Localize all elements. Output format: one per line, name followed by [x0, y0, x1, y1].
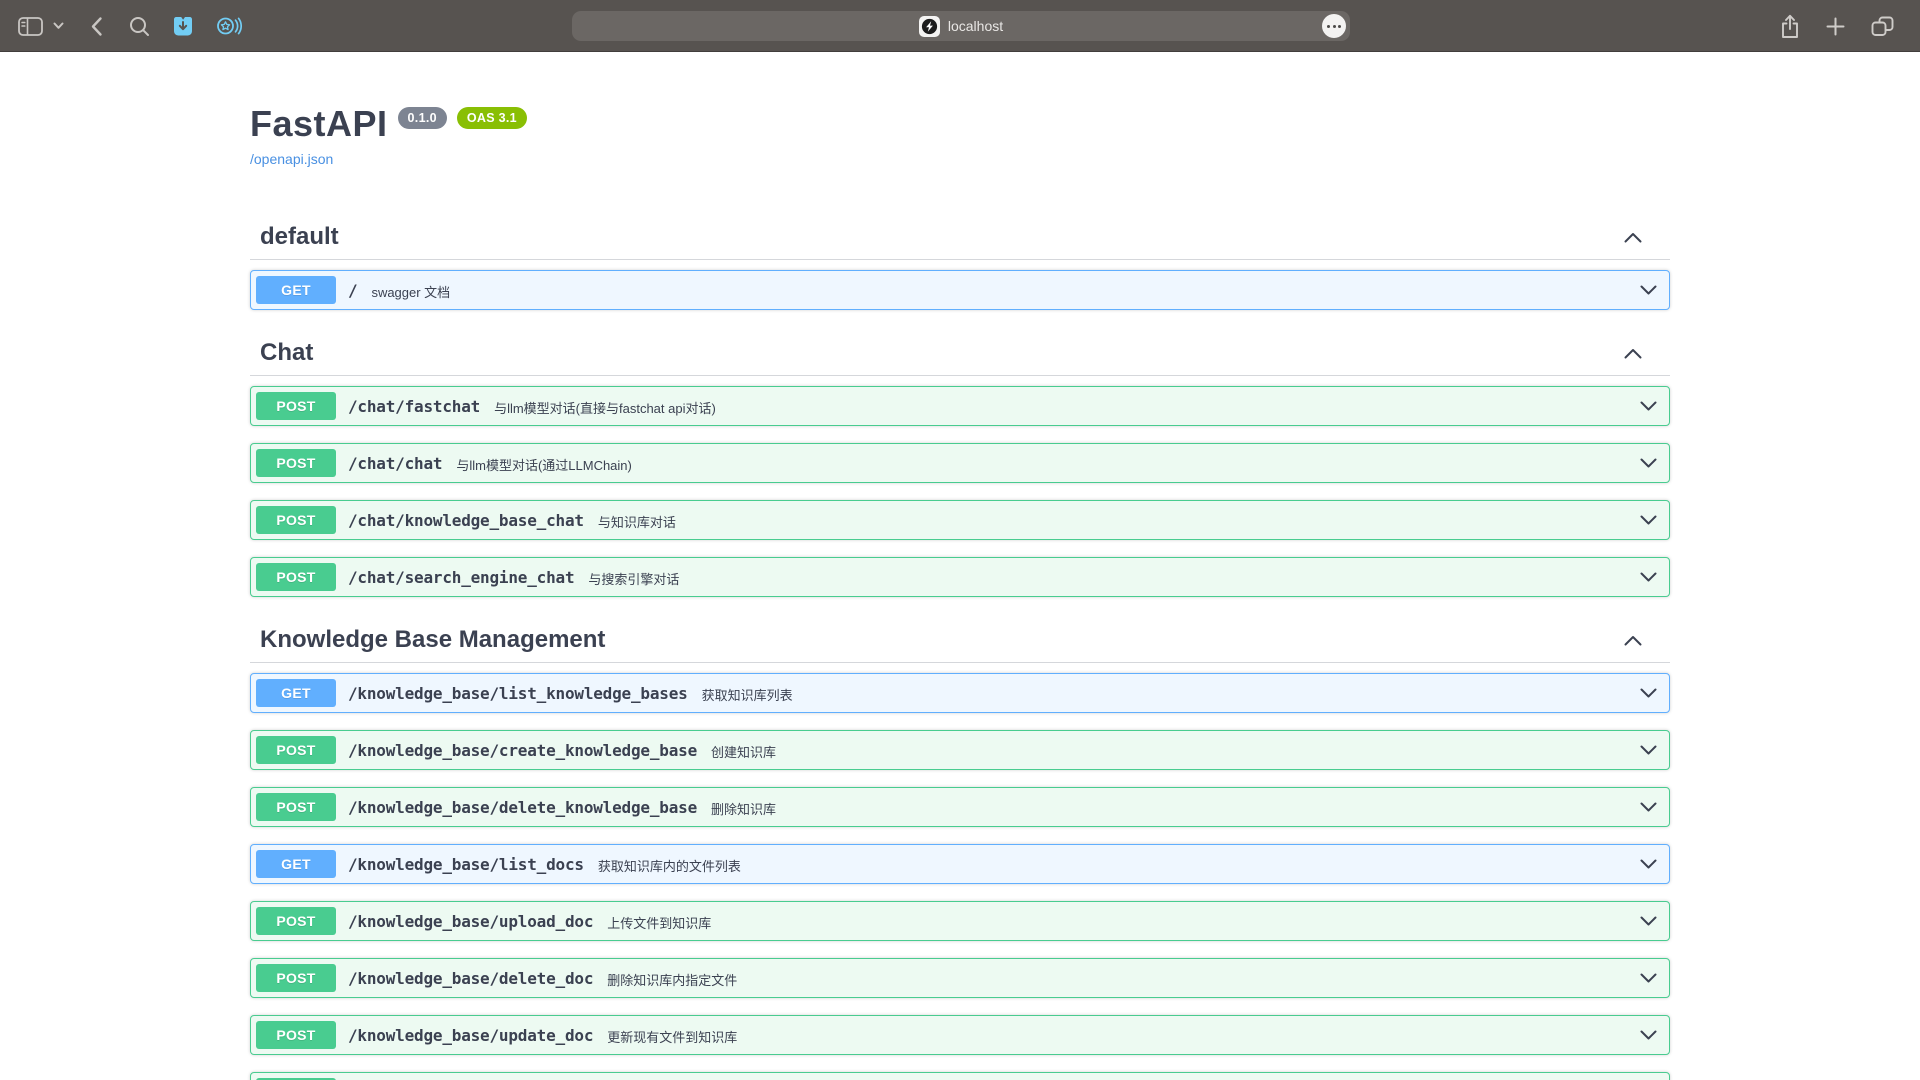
chevron-down-icon[interactable] [1640, 745, 1657, 755]
method-badge: GET [256, 276, 336, 304]
sidebar-icon[interactable] [18, 17, 43, 36]
operation-summary: swagger 文档 [371, 280, 450, 301]
toolbar-right-group [1780, 0, 1894, 52]
operation-path: /knowledge_base/create_knowledge_base [348, 741, 697, 760]
operation-path: /knowledge_base/update_doc [348, 1026, 593, 1045]
ellipsis-icon[interactable] [1322, 14, 1346, 38]
operation-path: /knowledge_base/delete_knowledge_base [348, 798, 697, 817]
section-operations: GET / swagger 文档 [250, 260, 1670, 310]
api-info-block: FastAPI 0.1.0 OAS 3.1 /openapi.json [250, 52, 1670, 211]
site-favicon [919, 16, 940, 37]
operation-path: / [348, 281, 357, 300]
method-badge: GET [256, 679, 336, 707]
back-icon[interactable] [90, 16, 103, 37]
operation-path: /knowledge_base/list_knowledge_bases [348, 684, 688, 703]
method-badge: POST [256, 793, 336, 821]
operation-path: /chat/fastchat [348, 397, 480, 416]
operation-row-post-knowledge_base-create_knowledge_base[interactable]: POST /knowledge_base/create_knowledge_ba… [250, 730, 1670, 770]
api-sections: default GET / swagger 文档 Chat [250, 211, 1670, 1080]
method-badge: POST [256, 1021, 336, 1049]
operation-row-get-[interactable]: GET / swagger 文档 [250, 270, 1670, 310]
method-badge: GET [256, 850, 336, 878]
operation-summary: 与llm模型对话(直接与fastchat api对话) [494, 396, 716, 417]
operation-path: /knowledge_base/list_docs [348, 855, 584, 874]
tag-section: Chat POST /chat/fastchat 与llm模型对话(直接与fas… [250, 327, 1670, 597]
address-bar[interactable]: localhost [572, 11, 1350, 41]
section-operations: GET /knowledge_base/list_knowledge_bases… [250, 663, 1670, 1080]
pinned-tab-bookmark-icon[interactable] [172, 16, 194, 37]
chevron-down-icon[interactable] [53, 22, 64, 30]
method-badge: POST [256, 964, 336, 992]
operation-row-post-chat-chat[interactable]: POST /chat/chat 与llm模型对话(通过LLMChain) [250, 443, 1670, 483]
version-badge: 0.1.0 [398, 107, 447, 129]
chevron-down-icon[interactable] [1640, 973, 1657, 983]
url-text: localhost [948, 18, 1003, 34]
chevron-up-icon[interactable] [1624, 232, 1642, 243]
operation-summary: 与搜索引擎对话 [588, 567, 679, 588]
operation-summary: 更新现有文件到知识库 [607, 1025, 737, 1046]
swagger-page: FastAPI 0.1.0 OAS 3.1 /openapi.json defa… [0, 52, 1920, 1080]
operation-row-get-knowledge_base-list_knowledge_bases[interactable]: GET /knowledge_base/list_knowledge_bases… [250, 673, 1670, 713]
operation-row-post-chat-fastchat[interactable]: POST /chat/fastchat 与llm模型对话(直接与fastchat… [250, 386, 1670, 426]
method-badge: POST [256, 563, 336, 591]
operation-summary: 上传文件到知识库 [607, 911, 711, 932]
section-title: Chat [260, 339, 313, 367]
operation-summary: 删除知识库内指定文件 [607, 968, 737, 989]
toolbar-left-group [18, 0, 242, 52]
section-header-chat[interactable]: Chat [250, 327, 1670, 376]
operation-summary: 与知识库对话 [598, 510, 676, 531]
operation-row-post-knowledge_base-recreate_vector_store[interactable]: POST /knowledge_base/recreate_vector_sto… [250, 1072, 1670, 1080]
oas-badge: OAS 3.1 [457, 107, 527, 129]
operation-row-post-knowledge_base-update_doc[interactable]: POST /knowledge_base/update_doc 更新现有文件到知… [250, 1015, 1670, 1055]
method-badge: POST [256, 449, 336, 477]
chevron-up-icon[interactable] [1624, 348, 1642, 359]
operation-path: /knowledge_base/delete_doc [348, 969, 593, 988]
operation-path: /knowledge_base/upload_doc [348, 912, 593, 931]
search-icon[interactable] [129, 16, 150, 37]
openapi-spec-link[interactable]: /openapi.json [250, 151, 333, 167]
operation-row-get-knowledge_base-list_docs[interactable]: GET /knowledge_base/list_docs 获取知识库内的文件列… [250, 844, 1670, 884]
method-badge: POST [256, 506, 336, 534]
chevron-down-icon[interactable] [1640, 401, 1657, 411]
operation-row-post-chat-search_engine_chat[interactable]: POST /chat/search_engine_chat 与搜索引擎对话 [250, 557, 1670, 597]
operation-path: /chat/chat [348, 454, 442, 473]
operation-path: /chat/knowledge_base_chat [348, 511, 584, 530]
section-title: Knowledge Base Management [260, 626, 605, 654]
operation-row-post-knowledge_base-upload_doc[interactable]: POST /knowledge_base/upload_doc 上传文件到知识库 [250, 901, 1670, 941]
operation-row-post-chat-knowledge_base_chat[interactable]: POST /chat/knowledge_base_chat 与知识库对话 [250, 500, 1670, 540]
chevron-down-icon[interactable] [1640, 916, 1657, 926]
chevron-down-icon[interactable] [1640, 1030, 1657, 1040]
section-header-knowledge-base-management[interactable]: Knowledge Base Management [250, 614, 1670, 663]
pinned-tab-star-icon[interactable] [216, 15, 242, 37]
operation-row-post-knowledge_base-delete_doc[interactable]: POST /knowledge_base/delete_doc 删除知识库内指定… [250, 958, 1670, 998]
chevron-down-icon[interactable] [1640, 285, 1657, 295]
chevron-down-icon[interactable] [1640, 458, 1657, 468]
operation-summary: 获取知识库列表 [702, 683, 793, 704]
operation-summary: 与llm模型对话(通过LLMChain) [456, 453, 632, 474]
chevron-down-icon[interactable] [1640, 688, 1657, 698]
method-badge: POST [256, 907, 336, 935]
tag-section: default GET / swagger 文档 [250, 211, 1670, 310]
chevron-down-icon[interactable] [1640, 802, 1657, 812]
method-badge: POST [256, 392, 336, 420]
new-tab-icon[interactable] [1826, 17, 1845, 36]
chevron-down-icon[interactable] [1640, 572, 1657, 582]
page-title: FastAPI [250, 104, 388, 144]
operation-row-post-knowledge_base-delete_knowledge_base[interactable]: POST /knowledge_base/delete_knowledge_ba… [250, 787, 1670, 827]
chevron-down-icon[interactable] [1640, 515, 1657, 525]
tab-overview-icon[interactable] [1871, 16, 1894, 37]
chevron-down-icon[interactable] [1640, 859, 1657, 869]
operation-summary: 获取知识库内的文件列表 [598, 854, 741, 875]
operation-summary: 删除知识库 [711, 797, 776, 818]
operation-path: /chat/search_engine_chat [348, 568, 574, 587]
tag-section: Knowledge Base Management GET /knowledge… [250, 614, 1670, 1080]
browser-toolbar: localhost [0, 0, 1920, 52]
section-title: default [260, 223, 339, 251]
method-badge: POST [256, 736, 336, 764]
section-header-default[interactable]: default [250, 211, 1670, 260]
chevron-up-icon[interactable] [1624, 635, 1642, 646]
section-operations: POST /chat/fastchat 与llm模型对话(直接与fastchat… [250, 376, 1670, 597]
share-icon[interactable] [1780, 14, 1800, 39]
operation-summary: 创建知识库 [711, 740, 776, 761]
